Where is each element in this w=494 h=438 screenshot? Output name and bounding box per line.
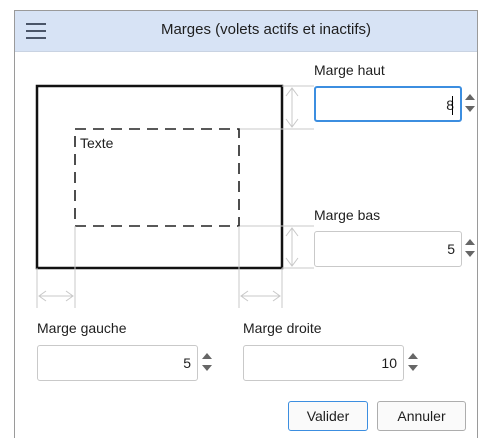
bottom-margin-input[interactable] xyxy=(319,238,455,260)
text-cursor xyxy=(452,96,453,115)
right-margin-field[interactable] xyxy=(243,345,404,381)
right-margin-stepper[interactable] xyxy=(407,347,419,377)
chevron-down-icon[interactable] xyxy=(465,251,475,257)
top-margin-label: Marge haut xyxy=(314,62,385,78)
chevron-down-icon[interactable] xyxy=(408,365,418,371)
top-margin-field[interactable] xyxy=(314,86,462,122)
right-margin-label: Marge droite xyxy=(243,320,322,336)
bottom-margin-label: Marge bas xyxy=(314,207,381,223)
page-frame xyxy=(35,84,284,270)
chevron-up-icon[interactable] xyxy=(465,94,475,100)
ok-button[interactable]: Valider xyxy=(288,401,368,431)
top-margin-stepper[interactable] xyxy=(464,88,476,118)
chevron-up-icon[interactable] xyxy=(202,353,212,359)
chevron-up-icon[interactable] xyxy=(465,239,475,245)
left-margin-input[interactable] xyxy=(42,352,191,374)
chevron-down-icon[interactable] xyxy=(202,365,212,371)
bottom-margin-stepper[interactable] xyxy=(464,233,476,263)
preview-text-label: Texte xyxy=(80,135,114,151)
top-margin-input[interactable] xyxy=(320,94,454,116)
chevron-down-icon[interactable] xyxy=(465,106,475,112)
chevron-up-icon[interactable] xyxy=(408,353,418,359)
left-margin-field[interactable] xyxy=(37,345,198,381)
right-margin-input[interactable] xyxy=(248,352,397,374)
bottom-margin-field[interactable] xyxy=(314,231,462,267)
left-margin-label: Marge gauche xyxy=(37,320,127,336)
left-margin-stepper[interactable] xyxy=(201,347,213,377)
cancel-button[interactable]: Annuler xyxy=(377,401,466,431)
